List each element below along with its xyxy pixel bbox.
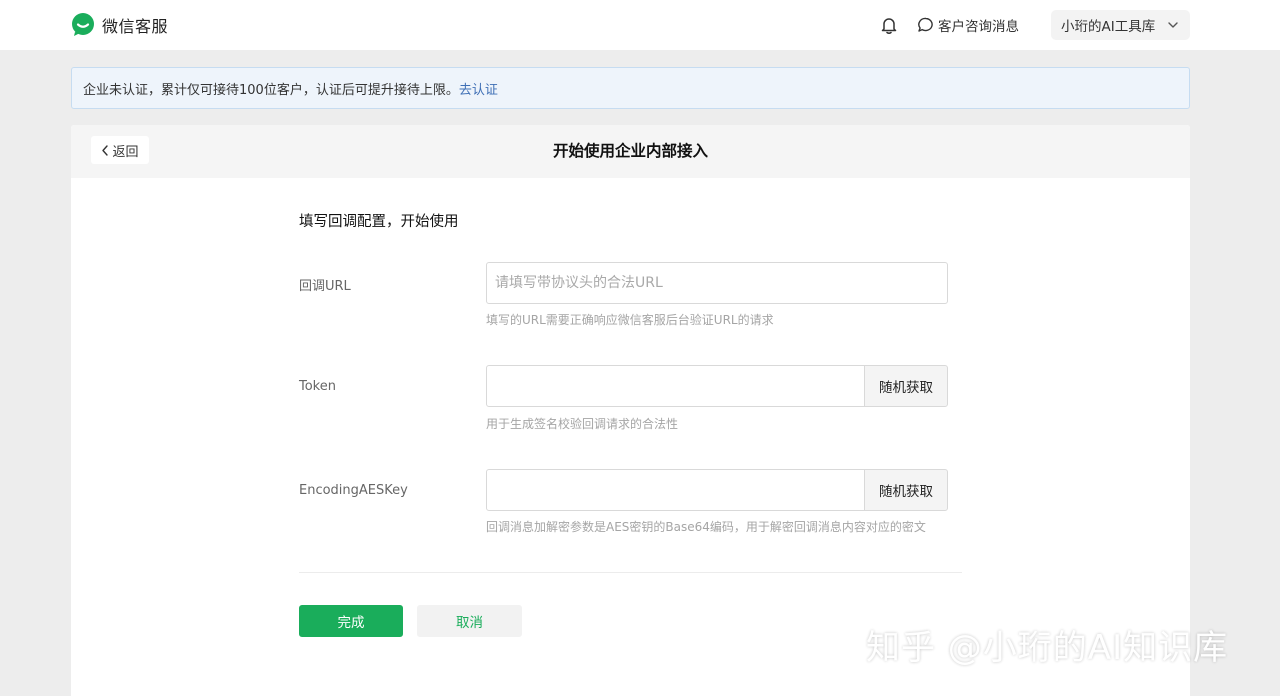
wechat-logo-icon [72,13,94,36]
brand-name: 微信客服 [102,17,169,36]
section-title: 填写回调配置，开始使用 [299,214,459,230]
setup-card: 开始使用企业内部接入 返回 填写回调配置，开始使用 回调URL 填写的URL需要… [71,125,1190,696]
verify-link[interactable]: 去认证 [459,79,498,98]
aes-key-input[interactable] [486,469,865,511]
aes-key-hint: 回调消息加解密参数是AES密钥的Base64编码，用于解密回调消息内容对应的密文 [486,520,926,534]
back-button[interactable]: 返回 [91,136,149,164]
callback-url-label: 回调URL [299,279,351,294]
token-input[interactable] [486,365,865,407]
callback-url-input[interactable] [486,262,948,304]
aes-key-random-button[interactable]: 随机获取 [864,469,948,511]
bell-icon[interactable] [879,15,899,35]
divider [299,572,962,573]
brand[interactable]: 微信客服 [71,13,168,37]
notice-text: 企业未认证，累计仅可接待100位客户，认证后可提升接待上限。 [83,82,459,98]
chevron-down-icon [1168,22,1178,28]
account-switcher[interactable]: 小珩的AI工具库 [1051,10,1190,40]
page-title: 开始使用企业内部接入 [552,142,708,160]
back-label: 返回 [112,144,139,160]
done-button[interactable]: 完成 [299,605,403,637]
top-bar: 微信客服 客户咨询消息 小珩的AI工具库 [0,0,1280,50]
chat-bubble-icon [918,17,933,32]
account-name: 小珩的AI工具库 [1061,19,1156,35]
customer-consult-messages[interactable]: 客户咨询消息 [917,14,1019,36]
token-label: Token [299,379,336,394]
aes-key-label: EncodingAESKey [299,483,408,498]
token-hint: 用于生成签名校验回调请求的合法性 [486,417,679,431]
cancel-button[interactable]: 取消 [417,605,522,637]
callback-url-hint: 填写的URL需要正确响应微信客服后台验证URL的请求 [486,313,774,327]
consult-label: 客户咨询消息 [938,19,1019,35]
watermark: 知乎 @小珩的AI知识库 [866,628,1229,668]
verification-notice: 企业未认证，累计仅可接待100位客户，认证后可提升接待上限。 去认证 [71,67,1190,109]
token-random-button[interactable]: 随机获取 [864,365,948,407]
card-header: 开始使用企业内部接入 返回 [71,125,1190,178]
chevron-left-icon [102,144,109,156]
